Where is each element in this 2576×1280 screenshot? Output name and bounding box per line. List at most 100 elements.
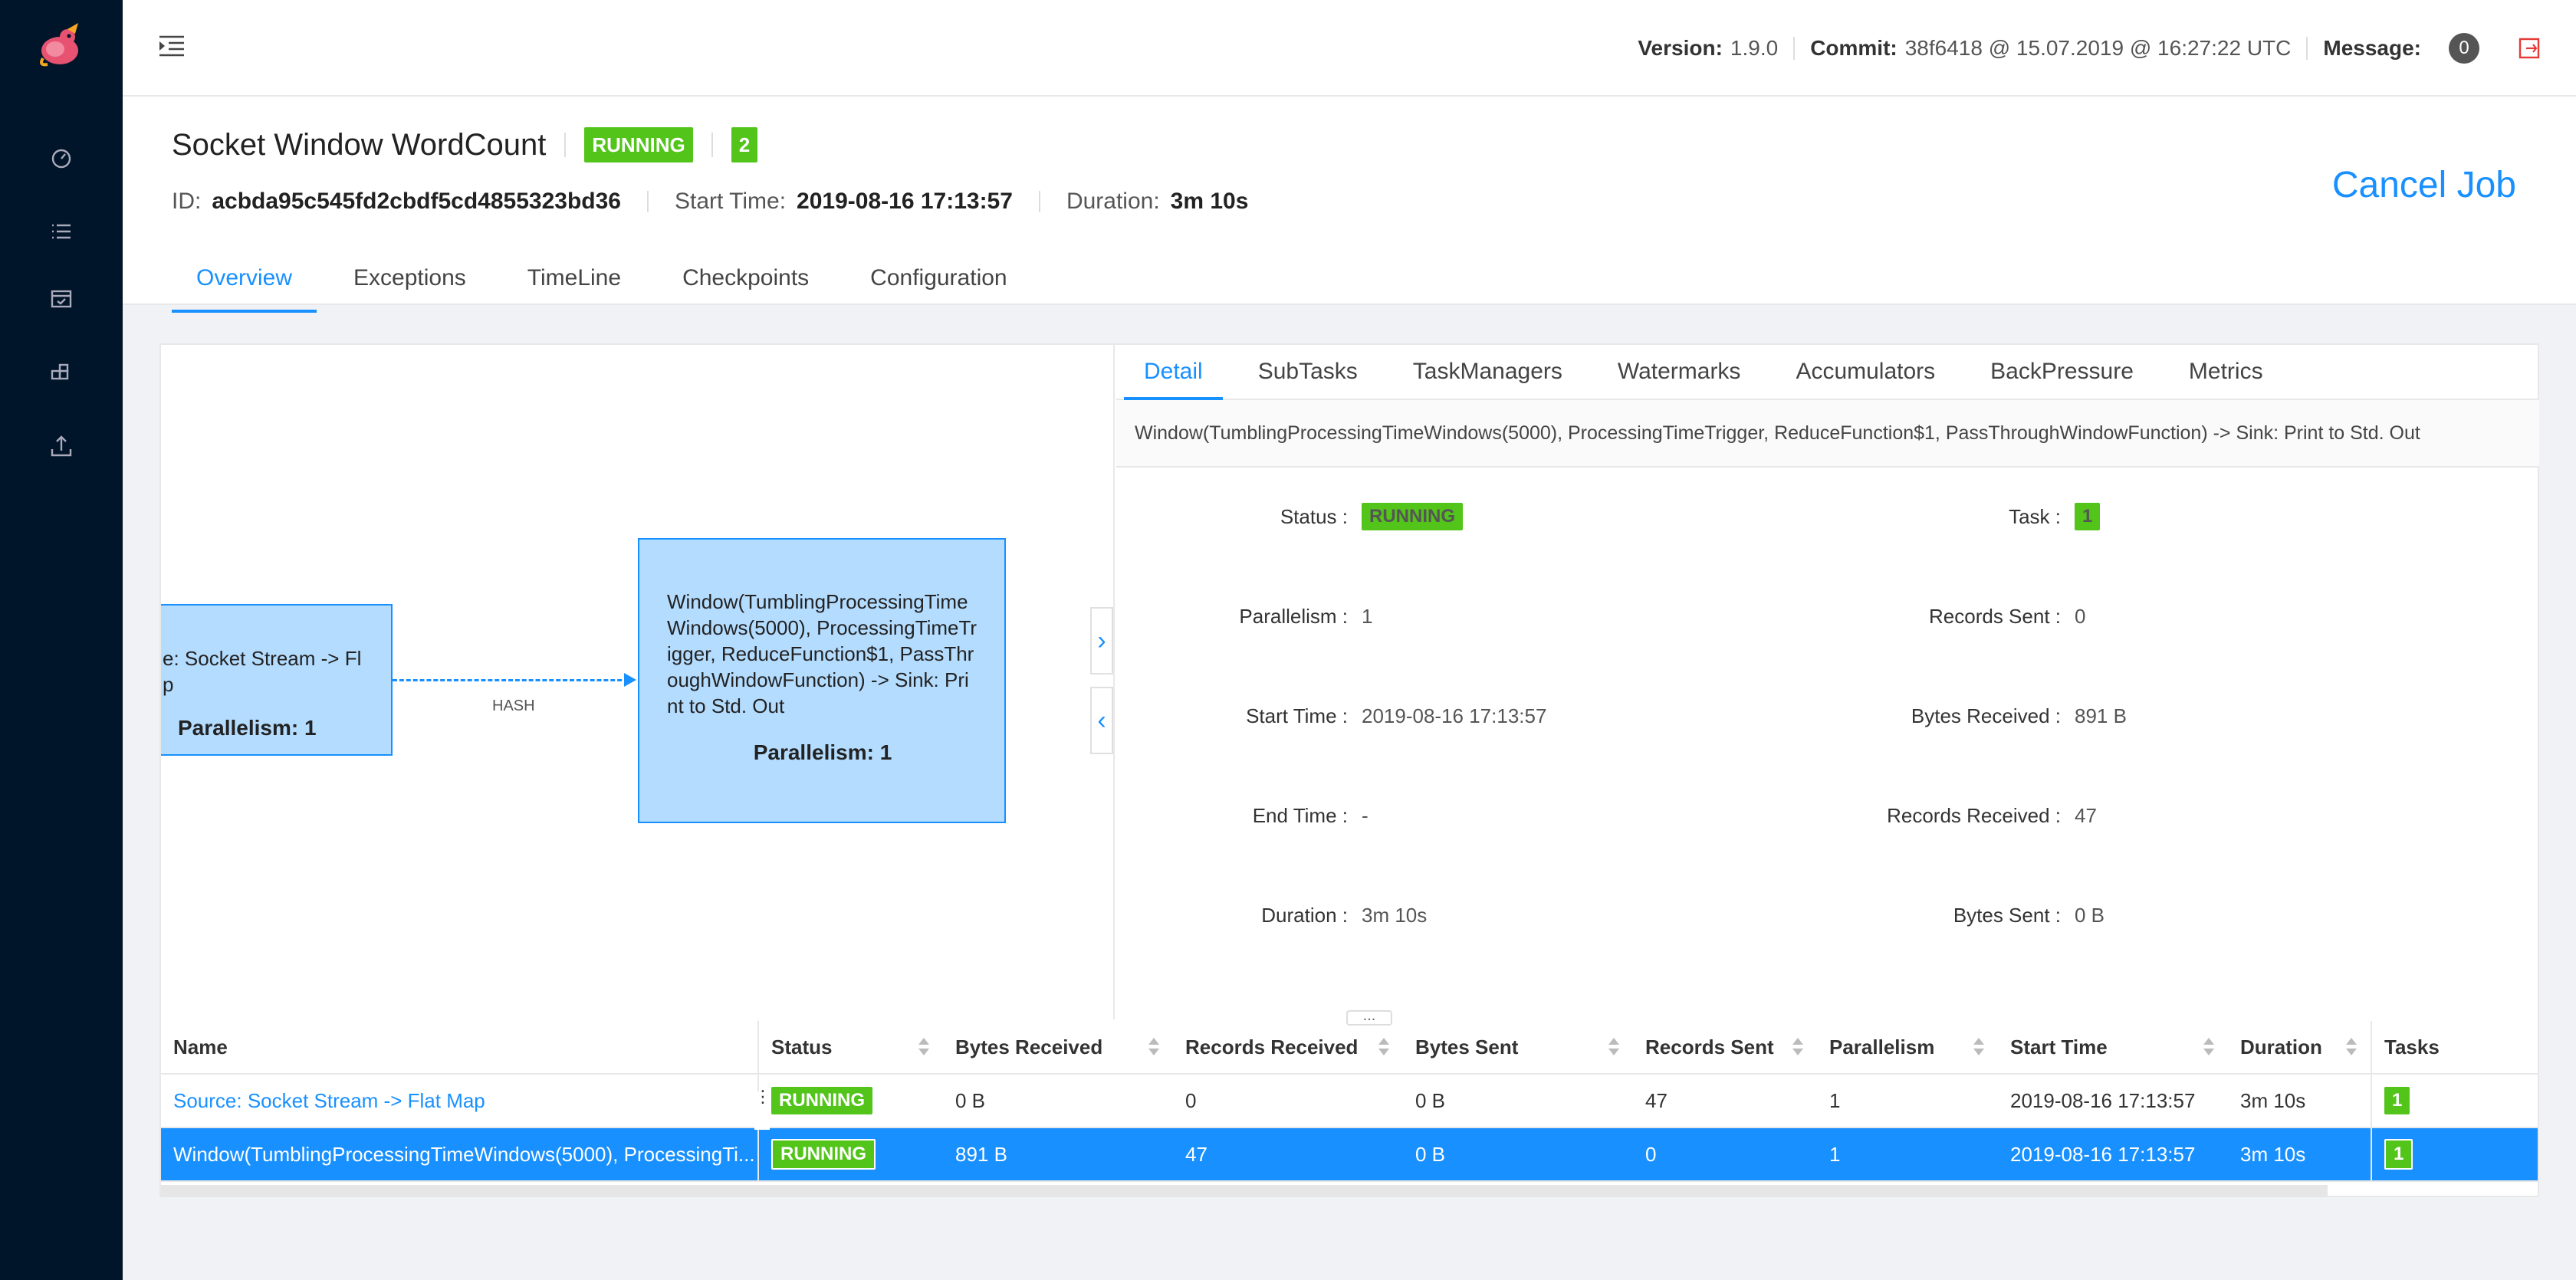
version-info: Version: 1.9.0 Commit: 38f6418 @ 15.07.2…: [1638, 0, 2541, 97]
commit-label: Commit:: [1810, 36, 1898, 60]
logout-icon[interactable]: [2518, 37, 2541, 60]
task-managers-icon[interactable]: [46, 357, 77, 388]
col-name[interactable]: Name: [161, 1021, 759, 1073]
tab-overview[interactable]: Overview: [172, 259, 317, 313]
row-status-badge: RUNNING: [771, 1139, 876, 1170]
message-count-badge[interactable]: 0: [2449, 33, 2479, 64]
detail-parallelism: Parallelism : 1: [1116, 599, 1372, 633]
graph-edge-arrow: [624, 673, 636, 687]
job-task-count-badge: 2: [731, 127, 758, 162]
job-graph[interactable]: e: Socket Stream -> Fl p Parallelism: 1 …: [161, 345, 1115, 1019]
divider: [1793, 37, 1796, 60]
job-meta: ID: acbda95c545fd2cbdf5cd4855323bd36 Sta…: [172, 189, 1248, 215]
bytes-sent-value: 0 B: [2075, 903, 2105, 927]
records-sent-value: 0: [2075, 604, 2086, 628]
node-source-label: e: Socket Stream -> Fl p: [163, 647, 362, 696]
row-name-link[interactable]: Window(TumblingProcessingTimeWindows(500…: [161, 1128, 759, 1180]
tab-exceptions[interactable]: Exceptions: [329, 259, 491, 305]
row-duration: 3m 10s: [2240, 1142, 2306, 1166]
col-status[interactable]: Status: [759, 1021, 943, 1073]
row-tasks-badge: 1: [2384, 1087, 2410, 1114]
vertex-table: Name Status Bytes Received Records Recei…: [161, 1021, 2538, 1182]
row-tasks: 1: [2371, 1128, 2538, 1180]
completed-jobs-icon[interactable]: [46, 284, 77, 314]
sort-icon[interactable]: [2346, 1038, 2357, 1058]
end-time-label: End Time :: [1252, 803, 1348, 827]
tab-backpressure[interactable]: BackPressure: [1970, 345, 2154, 399]
job-id: acbda95c545fd2cbdf5cd4855323bd36: [212, 189, 621, 214]
graph-node-window[interactable]: Window(TumblingProcessingTimeWindows(500…: [638, 538, 1006, 823]
duration-label: Duration :: [1261, 903, 1348, 927]
col-duration[interactable]: Duration: [2228, 1021, 2371, 1073]
row-records-sent: 0: [1645, 1142, 1657, 1166]
row-records-received: 0: [1185, 1088, 1197, 1112]
task-label: Task :: [2009, 504, 2061, 528]
row-bytes-received: 0 B: [955, 1088, 986, 1112]
parallelism-label: Parallelism :: [1239, 604, 1348, 628]
commit-value: 38f6418 @ 15.07.2019 @ 16:27:22 UTC: [1904, 36, 2292, 60]
tab-timeline[interactable]: TimeLine: [503, 259, 646, 305]
detail-bytes-received: Bytes Received : 891 B: [1829, 699, 2127, 733]
row-start-time: 2019-08-16 17:13:57: [2010, 1142, 2196, 1166]
row-name-link[interactable]: Source: Socket Stream -> Flat Map: [161, 1075, 759, 1127]
status-badge: RUNNING: [1362, 503, 1463, 530]
row-duration: 3m 10s: [2240, 1088, 2306, 1112]
tab-watermarks[interactable]: Watermarks: [1598, 345, 1761, 399]
job-overview-card: e: Socket Stream -> Fl p Parallelism: 1 …: [159, 343, 2539, 1197]
job-list-icon[interactable]: [46, 216, 77, 247]
col-duration-label: Duration: [2240, 1035, 2322, 1058]
row-status: RUNNING: [759, 1075, 943, 1127]
detail-status: Status : RUNNING: [1116, 500, 1463, 533]
col-records-sent[interactable]: Records Sent: [1633, 1021, 1817, 1073]
detail-records-sent: Records Sent : 0: [1829, 599, 2085, 633]
tab-configuration[interactable]: Configuration: [846, 259, 1031, 305]
sort-icon[interactable]: [1148, 1038, 1159, 1058]
menu-fold-icon[interactable]: [158, 32, 186, 60]
tab-metrics[interactable]: Metrics: [2169, 345, 2283, 399]
collapse-left-icon[interactable]: ‹: [1090, 687, 1113, 754]
row-status: RUNNING: [759, 1128, 943, 1180]
duration-value: 3m 10s: [1362, 903, 1428, 927]
version-label: Version:: [1638, 36, 1723, 60]
sort-icon[interactable]: [1792, 1038, 1803, 1058]
tab-checkpoints[interactable]: Checkpoints: [658, 259, 833, 305]
expand-right-icon[interactable]: ›: [1090, 607, 1113, 674]
tab-taskmanagers[interactable]: TaskManagers: [1393, 345, 1582, 399]
graph-edge-label: HASH: [492, 697, 535, 714]
col-bytes-received[interactable]: Bytes Received: [943, 1021, 1173, 1073]
divider: [564, 133, 567, 157]
col-records-received[interactable]: Records Received: [1173, 1021, 1403, 1073]
col-start-time[interactable]: Start Time: [1998, 1021, 2228, 1073]
divider: [2306, 37, 2308, 60]
tab-detail[interactable]: Detail: [1124, 345, 1223, 400]
col-bytes-sent[interactable]: Bytes Sent: [1403, 1021, 1633, 1073]
col-parallelism[interactable]: Parallelism: [1817, 1021, 1998, 1073]
detail-records-received: Records Received : 47: [1829, 799, 2097, 832]
detail-duration: Duration : 3m 10s: [1116, 898, 1427, 932]
sort-icon[interactable]: [1608, 1038, 1619, 1058]
row-bytes-sent: 0 B: [1415, 1142, 1446, 1166]
sort-icon[interactable]: [1973, 1038, 1984, 1058]
tab-subtasks[interactable]: SubTasks: [1238, 345, 1378, 399]
records-received-label: Records Received :: [1887, 803, 2061, 827]
tab-accumulators[interactable]: Accumulators: [1776, 345, 1955, 399]
cancel-job-button[interactable]: Cancel Job: [2332, 164, 2516, 206]
table-horizontal-scrollbar[interactable]: [161, 1185, 2328, 1197]
message-label[interactable]: Message:: [2323, 36, 2421, 61]
col-records-sent-label: Records Sent: [1645, 1035, 1774, 1058]
col-tasks: Tasks: [2371, 1021, 2538, 1073]
submit-job-icon[interactable]: [46, 431, 77, 461]
graph-node-source[interactable]: e: Socket Stream -> Fl p Parallelism: 1: [161, 604, 393, 756]
flink-logo-icon[interactable]: [37, 20, 86, 69]
column-resize-handle[interactable]: ⋮: [754, 1088, 771, 1130]
sort-icon[interactable]: [918, 1038, 929, 1058]
bytes-received-label: Bytes Received :: [1911, 704, 2061, 727]
table-row[interactable]: Window(TumblingProcessingTimeWindows(500…: [161, 1128, 2538, 1182]
table-row[interactable]: Source: Socket Stream -> Flat Map RUNNIN…: [161, 1075, 2538, 1128]
sort-icon[interactable]: [2203, 1038, 2214, 1058]
col-bytes-sent-label: Bytes Sent: [1415, 1035, 1519, 1058]
sort-icon[interactable]: [1378, 1038, 1389, 1058]
task-badge: 1: [2075, 503, 2101, 530]
vertex-detail-panel: Detail SubTasks TaskManagers Watermarks …: [1116, 345, 2539, 1019]
dashboard-icon[interactable]: [46, 143, 77, 173]
